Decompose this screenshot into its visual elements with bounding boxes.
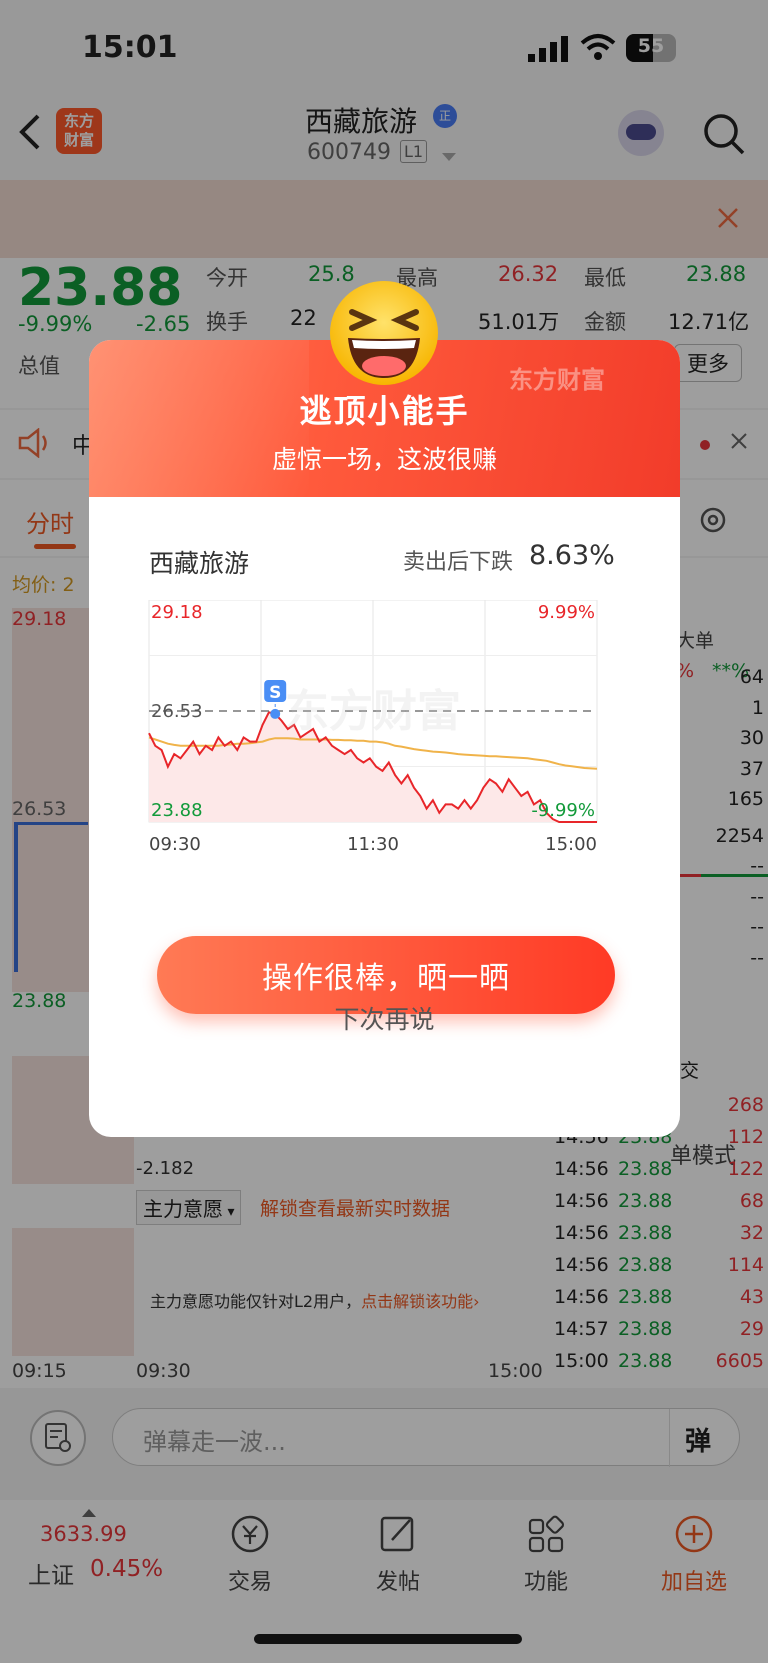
drop-summary: 卖出后下跌 <box>403 544 513 576</box>
y-tick-right-bottom: -9.99% <box>531 800 595 821</box>
x-tick-start: 09:30 <box>149 834 201 855</box>
sell-point-dot <box>270 708 281 719</box>
y-tick-right-top: 9.99% <box>538 602 595 623</box>
home-indicator[interactable] <box>254 1634 522 1644</box>
y-tick-top: 29.18 <box>151 602 203 623</box>
chart-watermark: 东方财富 <box>285 686 461 737</box>
laughing-emoji-icon <box>326 278 442 388</box>
achievement-modal: 东方财富 逃顶小能手 虚惊一场，这波很赚 西藏旅游 卖出后下跌 8.63% 东方… <box>89 340 680 1137</box>
x-tick-mid: 11:30 <box>347 834 399 855</box>
dismiss-button[interactable]: 下次再说 <box>89 1000 680 1036</box>
x-tick-end: 15:00 <box>545 834 597 855</box>
drop-label: 卖出后下跌 <box>403 550 514 575</box>
mini-price-chart: 东方财富 S 29.18 26.53 23.88 9.99% -9.99% 09:30 11… <box>148 600 598 855</box>
modal-subtitle: 虚惊一场，这波很赚 <box>271 445 497 474</box>
modal-stock-name: 西藏旅游 <box>149 549 250 578</box>
y-tick-reference: 26.53 <box>151 701 203 722</box>
modal-title: 逃顶小能手 <box>299 392 470 430</box>
y-tick-bottom: 23.88 <box>151 800 203 821</box>
drop-value: 8.63% <box>529 540 615 571</box>
sell-badge-label: S <box>269 683 281 703</box>
